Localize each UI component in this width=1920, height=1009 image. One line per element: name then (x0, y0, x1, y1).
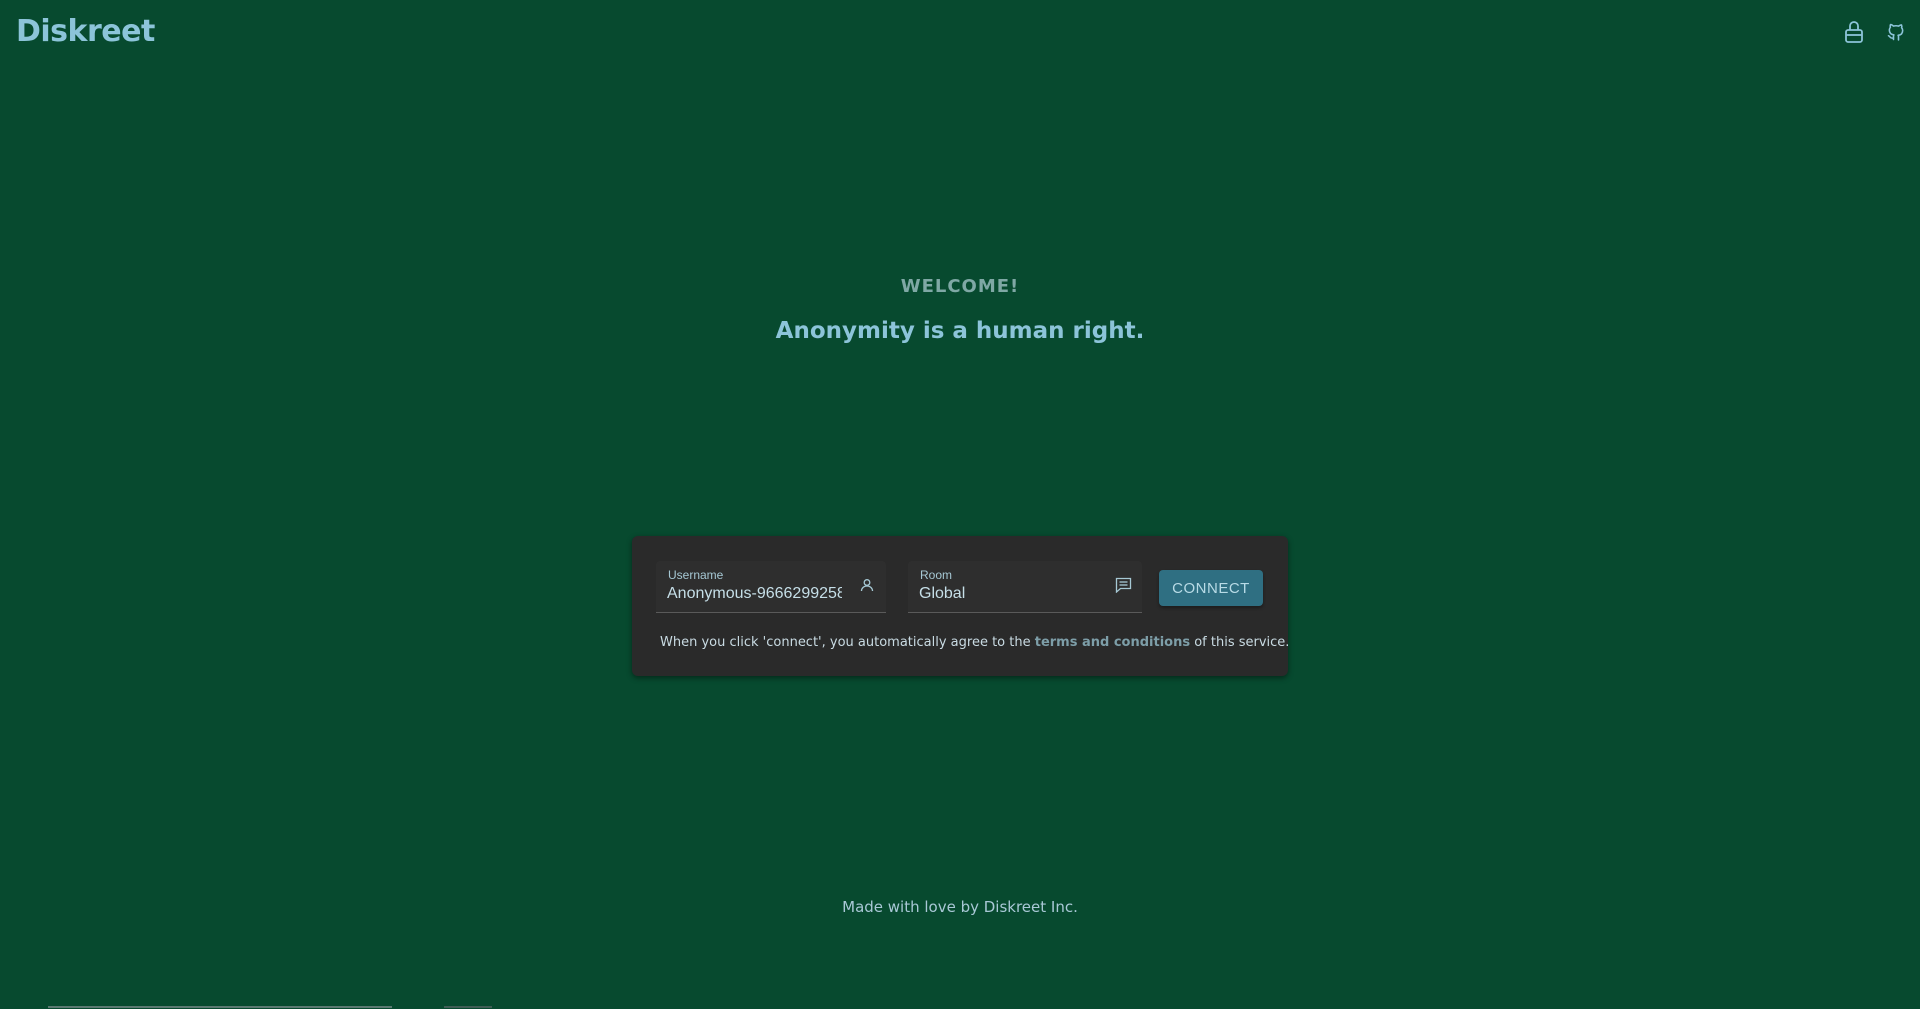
user-icon (858, 576, 876, 594)
room-input[interactable] (919, 585, 1094, 603)
welcome-heading: WELCOME! (900, 276, 1020, 297)
username-input[interactable] (667, 585, 842, 603)
room-label: Room (920, 568, 953, 582)
username-field[interactable]: Username (656, 561, 886, 613)
connect-button[interactable]: CONNECT (1159, 570, 1263, 606)
scroll-indicator-secondary (444, 1006, 492, 1008)
footer-text: Made with love by Diskreet Inc. (842, 898, 1078, 916)
chat-icon (1114, 576, 1132, 594)
terms-link[interactable]: terms and conditions (1035, 635, 1190, 650)
lock-icon[interactable] (1842, 20, 1866, 44)
tagline: Anonymity is a human right. (775, 318, 1145, 344)
scroll-indicator (48, 1006, 392, 1008)
github-icon[interactable] (1884, 20, 1908, 44)
room-field[interactable]: Room (908, 561, 1142, 613)
page: Diskreet WELCOME! Anonymity is a human r… (0, 0, 1920, 1009)
terms-prefix: When you click 'connect', you automatica… (660, 635, 1035, 650)
connect-card: Username Room CONNECT When you clic (632, 536, 1289, 676)
terms-notice: When you click 'connect', you automatica… (660, 635, 1289, 650)
app-logo[interactable]: Diskreet (16, 14, 155, 49)
header-actions (1842, 20, 1908, 44)
terms-suffix: of this service. (1190, 635, 1290, 650)
username-label: Username (668, 568, 724, 582)
